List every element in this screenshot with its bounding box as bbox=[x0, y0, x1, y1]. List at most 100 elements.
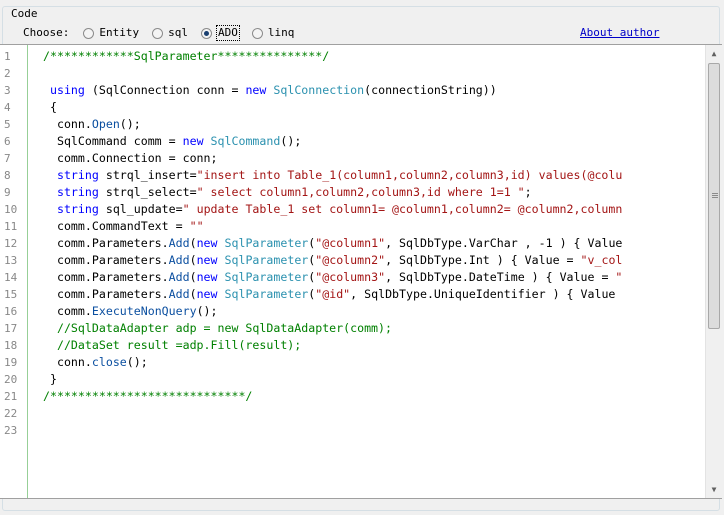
code-token: using bbox=[49, 83, 85, 97]
line-number: 11 bbox=[4, 220, 18, 233]
code-line: /****************************/ bbox=[43, 388, 252, 405]
code-token: (); bbox=[126, 355, 148, 369]
thumb-grip-line bbox=[712, 197, 718, 198]
line-number-gutter: 1 2 3 4 5 6 7 8 9 10 11 12 13 14 15 16 17 18 19 20 21 22 23 bbox=[0, 45, 28, 498]
code-token: comm.Parameters. bbox=[43, 287, 169, 301]
code-token: , SqlDbType.UniqueIdentifier ) { Value bbox=[350, 287, 616, 301]
line-number: 15 bbox=[4, 288, 18, 301]
code-token: new bbox=[182, 134, 204, 148]
line-number: 16 bbox=[4, 305, 18, 318]
code-token: new bbox=[245, 83, 267, 97]
code-token: comm.Parameters. bbox=[43, 270, 169, 284]
line-number: 10 bbox=[4, 203, 18, 216]
radio-ado-circle[interactable] bbox=[200, 27, 212, 39]
code-token: "insert into Table_1(column1,column2,col… bbox=[196, 168, 623, 182]
code-token: SqlParameter bbox=[224, 236, 309, 250]
line-number: 12 bbox=[4, 237, 18, 250]
code-line: /************SqlParameter***************… bbox=[43, 48, 329, 65]
code-token: //SqlDataAdapter adp = new SqlDataAdapte… bbox=[43, 321, 393, 335]
line-number: 18 bbox=[4, 339, 18, 352]
code-token: comm.Parameters. bbox=[43, 236, 169, 250]
radio-entity-label[interactable]: Entity bbox=[99, 26, 139, 40]
code-token: Add bbox=[168, 253, 190, 267]
line-number: 7 bbox=[4, 152, 11, 165]
line-number: 14 bbox=[4, 271, 18, 284]
line-number: 17 bbox=[4, 322, 18, 335]
scroll-down-arrow-icon[interactable]: ▼ bbox=[706, 481, 722, 498]
line-number: 22 bbox=[4, 407, 18, 420]
code-line: string strql_select=" select column1,col… bbox=[43, 184, 532, 201]
line-number: 2 bbox=[4, 67, 11, 80]
vertical-scrollbar[interactable]: ▲ ▼ bbox=[705, 45, 722, 498]
code-token: , SqlDbType.Int ) { Value = bbox=[385, 253, 581, 267]
code-token: ( bbox=[189, 287, 197, 301]
choose-row: Choose: Entity sql ADO linq bbox=[23, 25, 307, 41]
code-token: "@column1" bbox=[315, 236, 386, 250]
code-token: conn. bbox=[43, 117, 92, 131]
code-line: SqlCommand comm = new SqlCommand(); bbox=[43, 133, 301, 150]
code-text-area[interactable]: /************SqlParameter***************… bbox=[28, 45, 704, 498]
code-token: SqlCommand bbox=[210, 134, 281, 148]
code-token: sql_update= bbox=[98, 202, 183, 216]
scroll-up-arrow-icon[interactable]: ▲ bbox=[706, 45, 722, 62]
code-token: strql_select= bbox=[98, 185, 197, 199]
radio-ado[interactable]: ADO bbox=[200, 25, 240, 41]
line-number: 3 bbox=[4, 84, 11, 97]
line-number: 9 bbox=[4, 186, 11, 199]
radio-linq-label[interactable]: linq bbox=[268, 26, 295, 40]
code-token: } bbox=[43, 372, 57, 386]
code-token: SqlParameter bbox=[224, 253, 309, 267]
radio-sql[interactable]: sql bbox=[152, 26, 188, 40]
code-token: ( bbox=[189, 270, 197, 284]
radio-entity-circle[interactable] bbox=[83, 27, 95, 39]
code-token: , SqlDbType.DateTime ) { Value = bbox=[385, 270, 616, 284]
code-token: SqlCommand comm = bbox=[43, 134, 183, 148]
line-number: 6 bbox=[4, 135, 11, 148]
radio-sql-label[interactable]: sql bbox=[168, 26, 188, 40]
code-token: "" bbox=[189, 219, 204, 233]
code-line: comm.Parameters.Add(new SqlParameter("@c… bbox=[43, 269, 622, 286]
code-line: { bbox=[43, 99, 57, 116]
code-token: (); bbox=[280, 134, 302, 148]
group-title: Code bbox=[9, 7, 40, 20]
radio-sql-circle[interactable] bbox=[152, 27, 164, 39]
code-editor[interactable]: 1 2 3 4 5 6 7 8 9 10 11 12 13 14 15 16 17 18 19 20 21 22 23 /*… bbox=[0, 44, 722, 499]
code-token: (SqlConnection conn = bbox=[84, 83, 246, 97]
code-token: new bbox=[196, 287, 218, 301]
code-line: string strql_insert="insert into Table_1… bbox=[43, 167, 622, 184]
code-line: comm.ExecuteNonQuery(); bbox=[43, 303, 218, 320]
radio-linq-circle[interactable] bbox=[251, 27, 263, 39]
code-token: (); bbox=[119, 117, 141, 131]
radio-entity[interactable]: Entity bbox=[83, 26, 139, 40]
code-line: string sql_update=" update Table_1 set c… bbox=[43, 201, 622, 218]
code-token: conn. bbox=[43, 355, 92, 369]
code-token: Add bbox=[168, 287, 190, 301]
radio-linq[interactable]: linq bbox=[251, 26, 295, 40]
code-token: (); bbox=[196, 304, 218, 318]
radio-ado-label[interactable]: ADO bbox=[215, 25, 240, 41]
code-token: , SqlDbType.VarChar , -1 ) { Value bbox=[385, 236, 623, 250]
code-token: /************SqlParameter***************… bbox=[43, 49, 330, 63]
code-token: ( bbox=[189, 253, 197, 267]
code-token: "v_col bbox=[580, 253, 623, 267]
code-token: string bbox=[56, 202, 99, 216]
about-author-link[interactable]: About author bbox=[580, 26, 659, 40]
choose-label: Choose: bbox=[23, 26, 70, 39]
code-line: comm.CommandText = "" bbox=[43, 218, 204, 235]
code-token: Open bbox=[91, 117, 120, 131]
code-token: " update Table_1 set column1= @column1,c… bbox=[182, 202, 623, 216]
code-token: ; bbox=[524, 185, 532, 199]
scrollbar-thumb[interactable] bbox=[708, 63, 720, 329]
code-line: comm.Parameters.Add(new SqlParameter("@c… bbox=[43, 252, 622, 269]
code-token: { bbox=[43, 100, 57, 114]
code-line: conn.close(); bbox=[43, 354, 148, 371]
code-line: } bbox=[43, 371, 57, 388]
line-number: 4 bbox=[4, 101, 11, 114]
thumb-grip-line bbox=[712, 195, 718, 196]
